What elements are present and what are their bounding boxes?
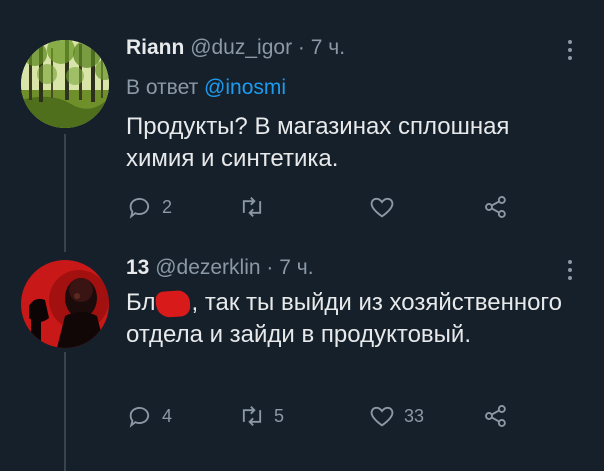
like-button[interactable] — [368, 192, 404, 222]
handle[interactable]: @duz_igor — [190, 36, 292, 59]
heart-icon — [370, 406, 394, 427]
timestamp[interactable]: 7 ч. — [311, 36, 345, 59]
display-name[interactable]: 13 — [126, 256, 149, 279]
timestamp[interactable]: 7 ч. — [279, 256, 313, 279]
display-name[interactable]: Riann — [126, 36, 184, 59]
tweet-text: Продукты? В магазинах сплошная химия и с… — [126, 113, 510, 172]
text-before-censor: Бл — [126, 289, 156, 316]
reply-button[interactable]: 2 — [126, 192, 172, 222]
retweet-icon — [242, 197, 262, 217]
like-count: 33 — [404, 405, 425, 426]
retweet-button[interactable]: 5 — [238, 401, 284, 431]
retweet-button[interactable] — [238, 192, 274, 222]
reply-prefix: В ответ — [126, 76, 199, 99]
tweet-header: 13 @dezerklin · 7 ч. — [126, 256, 314, 280]
retweet-icon — [242, 406, 262, 426]
action-bar: 4 5 33 — [126, 401, 526, 431]
reply-count: 2 — [162, 196, 173, 217]
more-icon[interactable] — [566, 260, 574, 280]
tweet-1[interactable]: Riann @duz_igor · 7 ч. В ответ @inosmi П… — [0, 0, 604, 250]
retweet-count: 5 — [274, 405, 285, 426]
reply-icon — [129, 197, 150, 219]
handle[interactable]: @dezerklin — [155, 256, 260, 279]
like-button[interactable]: 33 — [368, 401, 424, 431]
avatar-13[interactable] — [21, 260, 109, 348]
tweet-header: Riann @duz_igor · 7 ч. — [126, 36, 345, 60]
action-bar: 2 — [126, 192, 526, 222]
reply-count: 4 — [162, 405, 173, 426]
share-button[interactable] — [482, 192, 510, 222]
share-button[interactable] — [482, 401, 510, 431]
censor-scribble — [155, 289, 192, 318]
tweet-text: Бл, так ты выйди из хозяйственного отдел… — [126, 287, 566, 351]
separator: · — [297, 36, 305, 59]
reply-button[interactable]: 4 — [126, 401, 172, 431]
reply-mention-link[interactable]: @inosmi — [204, 76, 286, 99]
more-icon[interactable] — [566, 40, 574, 60]
avatar-riann[interactable] — [21, 40, 109, 128]
reply-icon — [129, 406, 150, 428]
separator: · — [266, 256, 274, 279]
tweet-2[interactable]: 13 @dezerklin · 7 ч. Бл, так ты выйди из… — [0, 250, 604, 471]
heart-icon — [370, 197, 394, 218]
share-icon — [485, 196, 506, 218]
share-icon — [485, 405, 506, 427]
reply-to-line: В ответ @inosmi — [126, 76, 286, 100]
text-after-censor: , так ты выйди из хозяйственного отдела … — [126, 289, 562, 348]
